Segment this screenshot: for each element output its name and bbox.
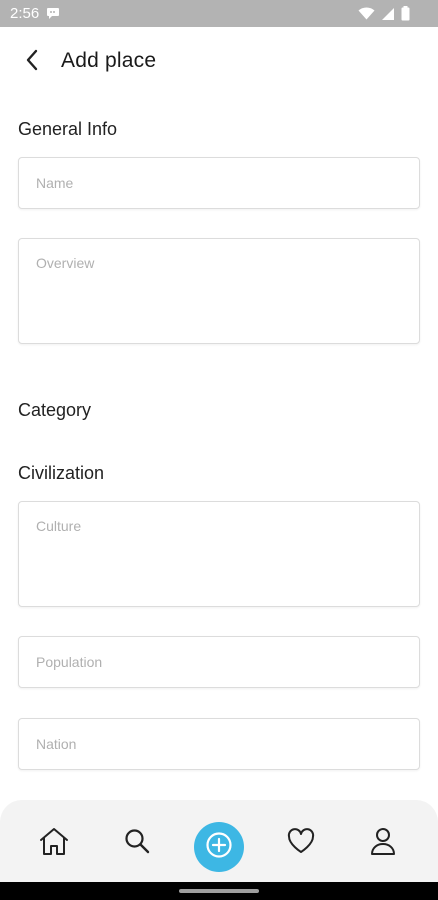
search-icon [123, 827, 151, 860]
gesture-handle[interactable] [179, 889, 259, 893]
gesture-navigation-bar [0, 882, 438, 900]
nav-search-button[interactable] [120, 826, 154, 860]
status-time: 2:56 [10, 5, 40, 22]
nav-home-button[interactable] [37, 826, 71, 860]
nation-field[interactable] [18, 718, 420, 770]
population-input[interactable] [19, 637, 419, 687]
signal-icon [381, 7, 395, 26]
nav-favorites-button[interactable] [284, 826, 318, 860]
back-button[interactable] [18, 47, 46, 77]
section-title-category[interactable]: Category [18, 400, 91, 421]
culture-input[interactable] [19, 502, 419, 606]
nav-profile-button[interactable] [366, 826, 400, 860]
wifi-icon [358, 7, 375, 25]
back-arrow-icon [25, 49, 39, 76]
status-bar: 2:56 [0, 0, 438, 27]
favorites-icon [286, 827, 316, 860]
section-title-civilization: Civilization [18, 463, 105, 483]
battery-icon [401, 6, 410, 26]
nation-input[interactable] [19, 719, 419, 769]
culture-field[interactable] [18, 501, 420, 607]
name-input[interactable] [19, 158, 419, 208]
add-place-icon [205, 831, 233, 864]
population-field[interactable] [18, 636, 420, 688]
section-title-general-info: General Info [18, 119, 118, 139]
profile-icon [369, 826, 397, 861]
overview-field[interactable] [18, 238, 420, 344]
name-field[interactable] [18, 157, 420, 209]
nav-add-place-button[interactable] [194, 822, 244, 872]
page-title: Add place [61, 49, 157, 72]
overview-input[interactable] [19, 239, 419, 343]
app-bar: Add place [0, 27, 438, 97]
home-icon [38, 826, 70, 861]
message-notification-icon [46, 7, 60, 25]
bottom-navigation [0, 800, 438, 882]
